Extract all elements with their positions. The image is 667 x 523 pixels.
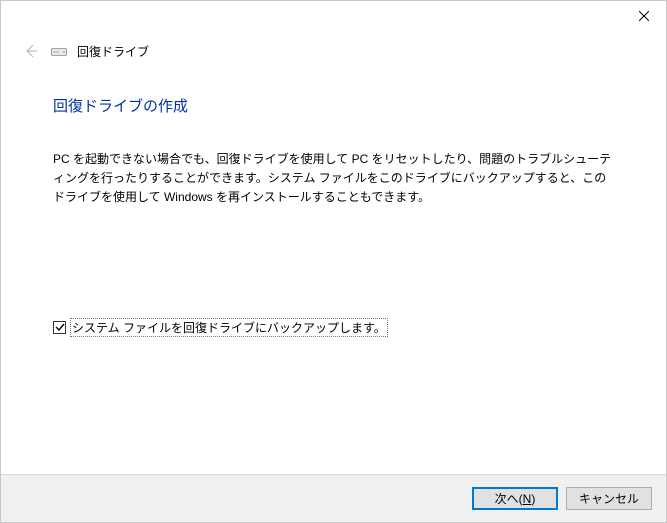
backup-checkbox-label[interactable]: システム ファイルを回復ドライブにバックアップします。 (70, 318, 388, 337)
header-row: 回復ドライブ (1, 33, 666, 61)
window-title: 回復ドライブ (77, 43, 149, 60)
backup-checkbox-row: システム ファイルを回復ドライブにバックアップします。 (53, 318, 614, 337)
back-arrow-icon (23, 43, 39, 59)
next-button-prefix: 次へ( (495, 490, 523, 507)
page-description: PC を起動できない場合でも、回復ドライブを使用して PC をリセットしたり、問… (53, 150, 614, 208)
cancel-button[interactable]: キャンセル (566, 487, 652, 510)
content-area: 回復ドライブの作成 PC を起動できない場合でも、回復ドライブを使用して PC … (1, 61, 666, 474)
close-icon (639, 11, 649, 21)
drive-icon (51, 45, 67, 57)
close-button[interactable] (621, 1, 666, 30)
footer: 次へ(N) キャンセル (1, 474, 666, 522)
checkmark-icon (55, 322, 65, 332)
page-title: 回復ドライブの作成 (53, 95, 614, 116)
back-button (21, 41, 41, 61)
wizard-window: 回復ドライブ 回復ドライブの作成 PC を起動できない場合でも、回復ドライブを使… (0, 0, 667, 523)
next-button-suffix: ) (531, 492, 535, 506)
next-button-accesskey: N (523, 492, 532, 506)
backup-checkbox[interactable] (53, 321, 66, 334)
next-button[interactable]: 次へ(N) (472, 487, 558, 510)
titlebar (1, 1, 666, 33)
